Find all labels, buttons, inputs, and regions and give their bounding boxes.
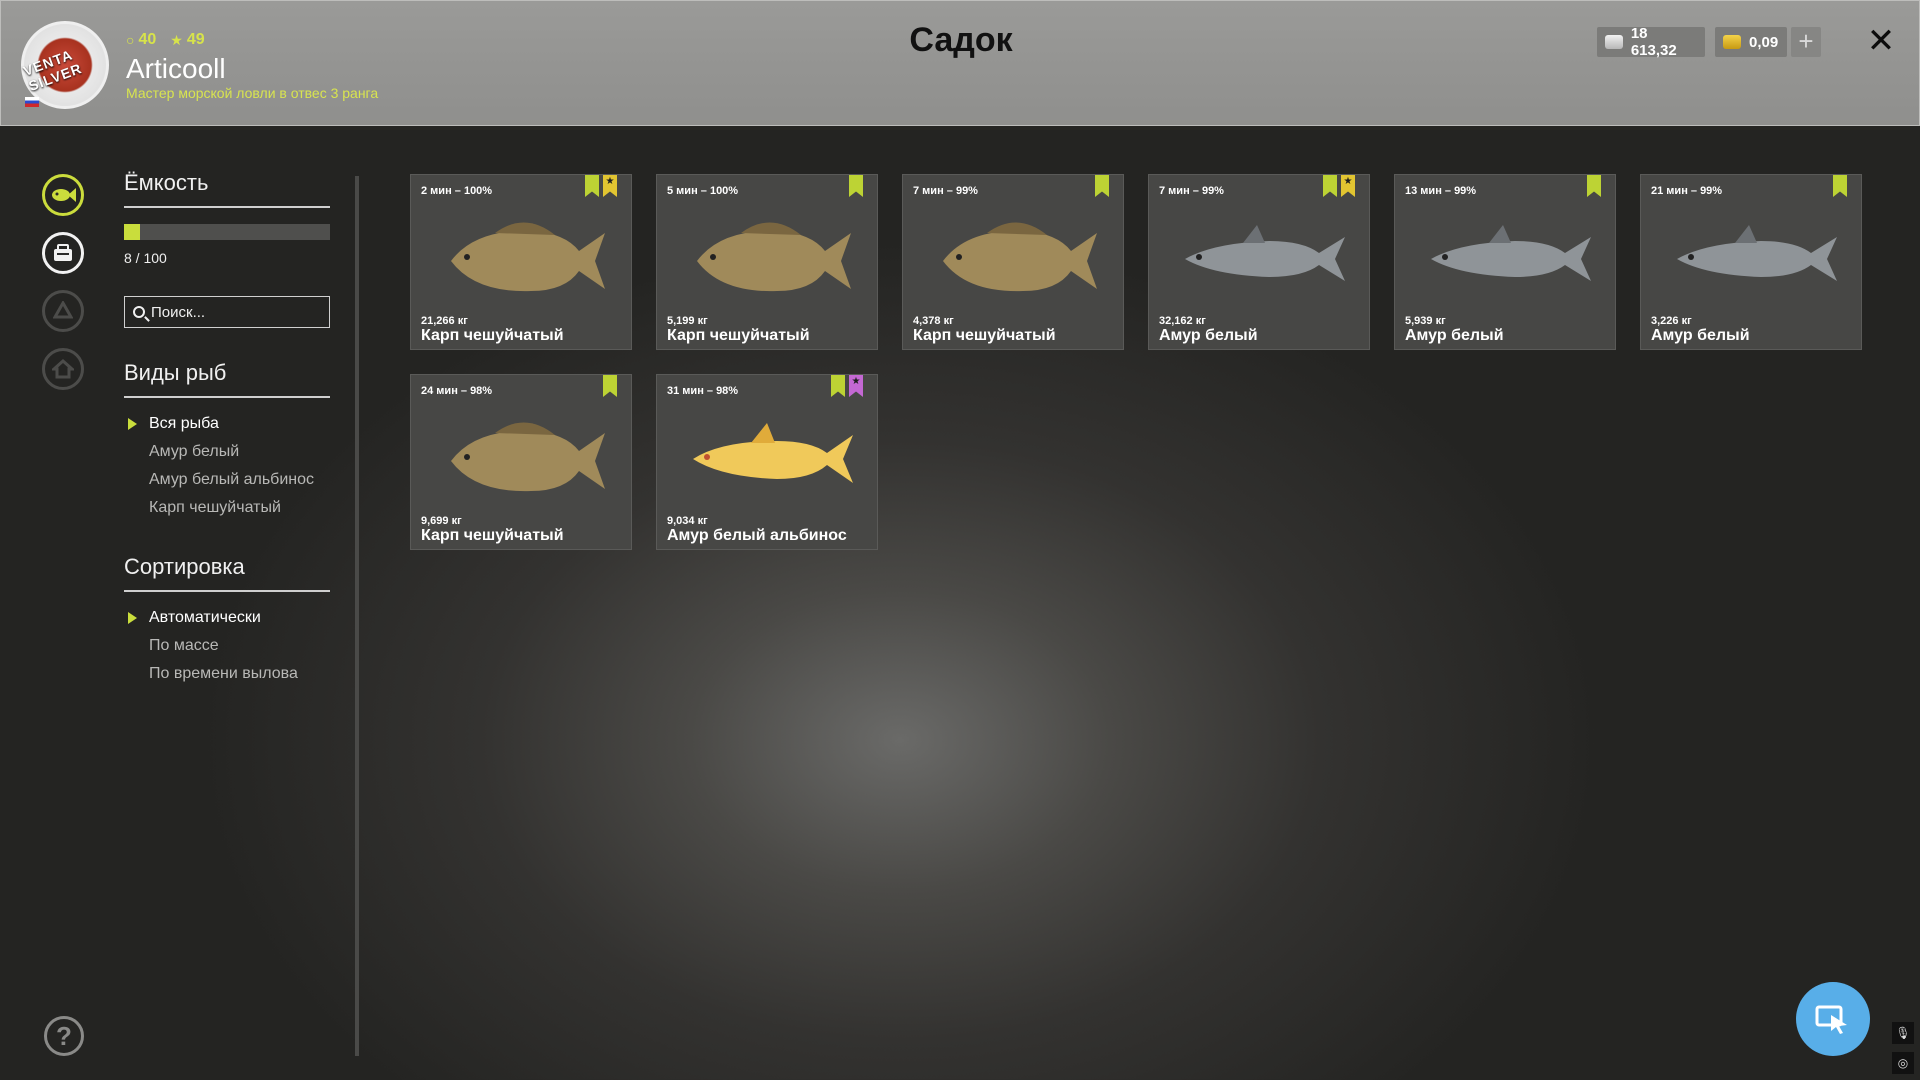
capacity-count: 8 / 100 xyxy=(124,250,167,266)
capacity-heading: Ёмкость xyxy=(124,170,330,208)
fish-name: Амур белый альбинос xyxy=(667,527,847,544)
card-badges xyxy=(1587,175,1601,197)
fish-name: Карп чешуйчатый xyxy=(421,327,564,344)
player-rank: Мастер морской ловли в отвес 3 ранга xyxy=(126,85,379,101)
silver-amount: 18 613,32 xyxy=(1630,25,1677,59)
sort-option[interactable]: По массе xyxy=(124,632,330,660)
species-filter-item[interactable]: Амур белый альбинос xyxy=(124,466,330,494)
fish-name: Амур белый xyxy=(1159,327,1258,344)
fish-name: Амур белый xyxy=(1651,327,1750,344)
silver-coin-icon xyxy=(1605,35,1623,49)
fish-weight: 3,226 кг xyxy=(1651,315,1692,327)
catch-time: 31 мин – 98% xyxy=(667,385,739,397)
fish-card[interactable]: ★ 31 мин – 98% 9,034 кг Амур белый альби… xyxy=(656,374,878,550)
bookmark-icon xyxy=(1833,175,1847,197)
fish-name: Амур белый xyxy=(1405,327,1504,344)
carp-fish-icon xyxy=(451,222,605,292)
fish-name: Карп чешуйчатый xyxy=(421,527,564,544)
cursor-icon xyxy=(1815,1005,1847,1034)
fish-weight: 5,939 кг xyxy=(1405,315,1446,327)
catch-time: 7 мин – 99% xyxy=(913,185,978,197)
card-badges: ★ xyxy=(585,175,617,197)
catch-time: 24 мин – 98% xyxy=(421,385,493,397)
fish-card[interactable]: 24 мин – 98% 9,699 кг Карп чешуйчатый xyxy=(410,374,632,550)
gold-coin-icon xyxy=(1723,35,1741,49)
card-badges xyxy=(849,175,863,197)
capacity-progress-fill xyxy=(124,224,141,240)
carp-fish-icon xyxy=(943,222,1097,292)
species-heading: Виды рыб xyxy=(124,360,330,398)
sort-option[interactable]: Автоматически xyxy=(124,604,330,632)
fish-weight: 5,199 кг xyxy=(667,315,708,327)
fish-name: Карп чешуйчатый xyxy=(913,327,1056,344)
fish-name: Карп чешуйчатый xyxy=(667,327,810,344)
fish-card[interactable]: ★ 2 мин – 100% 21,266 кг Карп чешуйчатый xyxy=(410,174,632,350)
top-bar: VENTA SILVER ○ 40 ★ 49 Articooll Мастер мо… xyxy=(0,0,1920,126)
albino-star-icon: ★ xyxy=(849,375,863,397)
catch-time: 21 мин – 99% xyxy=(1651,185,1723,197)
carp-fish-icon xyxy=(451,422,605,492)
species-filter-item[interactable]: Амур белый xyxy=(124,438,330,466)
fish-weight: 9,034 кг xyxy=(667,515,708,527)
silver-balance: 18 613,32 xyxy=(1597,25,1705,59)
keepnet-fish-icon[interactable] xyxy=(42,174,84,216)
help-button[interactable]: ? xyxy=(44,1016,84,1056)
search-placeholder: Поиск... xyxy=(151,303,206,321)
gold-amount: 0,09 xyxy=(1749,33,1779,51)
sort-options-list: Автоматически По массе По времени вылова xyxy=(124,604,330,688)
panel-divider xyxy=(355,176,359,1056)
search-icon xyxy=(133,306,145,318)
search-input[interactable]: Поиск... xyxy=(124,296,330,328)
fish-card[interactable]: 5 мин – 100% 5,199 кг Карп чешуйчатый xyxy=(656,174,878,350)
card-badges xyxy=(1095,175,1109,197)
catch-time: 7 мин – 99% xyxy=(1159,185,1224,197)
bookmark-icon xyxy=(585,175,599,197)
fish-card[interactable]: 13 мин – 99% 5,939 кг Амур белый xyxy=(1394,174,1616,350)
boat-icon[interactable] xyxy=(42,290,84,332)
catch-time: 2 мин – 100% xyxy=(421,185,493,197)
bookmark-icon xyxy=(849,175,863,197)
trophy-star-icon: ★ xyxy=(603,175,617,197)
storage-box-icon[interactable] xyxy=(42,232,84,274)
card-badges: ★ xyxy=(1323,175,1355,197)
trophy-star-icon: ★ xyxy=(1341,175,1355,197)
sort-option[interactable]: По времени вылова xyxy=(124,660,330,688)
gold-balance: 0,09 xyxy=(1715,27,1787,57)
fish-card[interactable]: 21 мин – 99% 3,226 кг Амур белый xyxy=(1640,174,1862,350)
cursor-mode-button[interactable] xyxy=(1796,982,1870,1056)
microphone-icon[interactable]: 🎙 xyxy=(1892,1022,1914,1044)
capacity-progress-bar xyxy=(124,224,330,240)
fish-card[interactable]: 7 мин – 99% 4,378 кг Карп чешуйчатый xyxy=(902,174,1124,350)
catch-time: 5 мин – 100% xyxy=(667,185,739,197)
settings-small-icon[interactable]: ◎ xyxy=(1892,1052,1914,1074)
species-filter-item[interactable]: Карп чешуйчатый xyxy=(124,494,330,522)
grass-carp-fish-icon xyxy=(1185,225,1345,281)
grass-carp-fish-icon xyxy=(1677,225,1837,281)
fish-weight: 21,266 кг xyxy=(421,315,468,327)
add-currency-button[interactable]: + xyxy=(1791,27,1821,57)
grass-carp-fish-icon xyxy=(1431,225,1591,281)
species-filter-item[interactable]: Вся рыба xyxy=(124,410,330,438)
filter-panel: Ёмкость 8 / 100 Поиск... Виды рыб Вся ры… xyxy=(124,170,330,688)
bookmark-icon xyxy=(831,375,845,397)
species-filter-list: Вся рыба Амур белый Амур белый альбинос … xyxy=(124,410,330,522)
fish-card[interactable]: ★ 7 мин – 99% 32,162 кг Амур белый xyxy=(1148,174,1370,350)
bookmark-icon xyxy=(603,375,617,397)
card-badges xyxy=(1833,175,1847,197)
carp-fish-icon xyxy=(697,222,851,292)
bookmark-icon xyxy=(1587,175,1601,197)
bookmark-icon xyxy=(1095,175,1109,197)
catch-time: 13 мин – 99% xyxy=(1405,185,1477,197)
home-icon[interactable] xyxy=(42,348,84,390)
card-badges: ★ xyxy=(831,375,863,397)
card-badges xyxy=(603,375,617,397)
albino-grass-carp-fish-icon xyxy=(693,423,853,483)
fish-weight: 32,162 кг xyxy=(1159,315,1206,327)
close-button[interactable]: ✕ xyxy=(1863,23,1899,59)
sort-heading: Сортировка xyxy=(124,554,330,592)
fish-weight: 9,699 кг xyxy=(421,515,462,527)
bookmark-icon xyxy=(1323,175,1337,197)
country-flag-icon xyxy=(25,97,39,107)
fish-weight: 4,378 кг xyxy=(913,315,954,327)
